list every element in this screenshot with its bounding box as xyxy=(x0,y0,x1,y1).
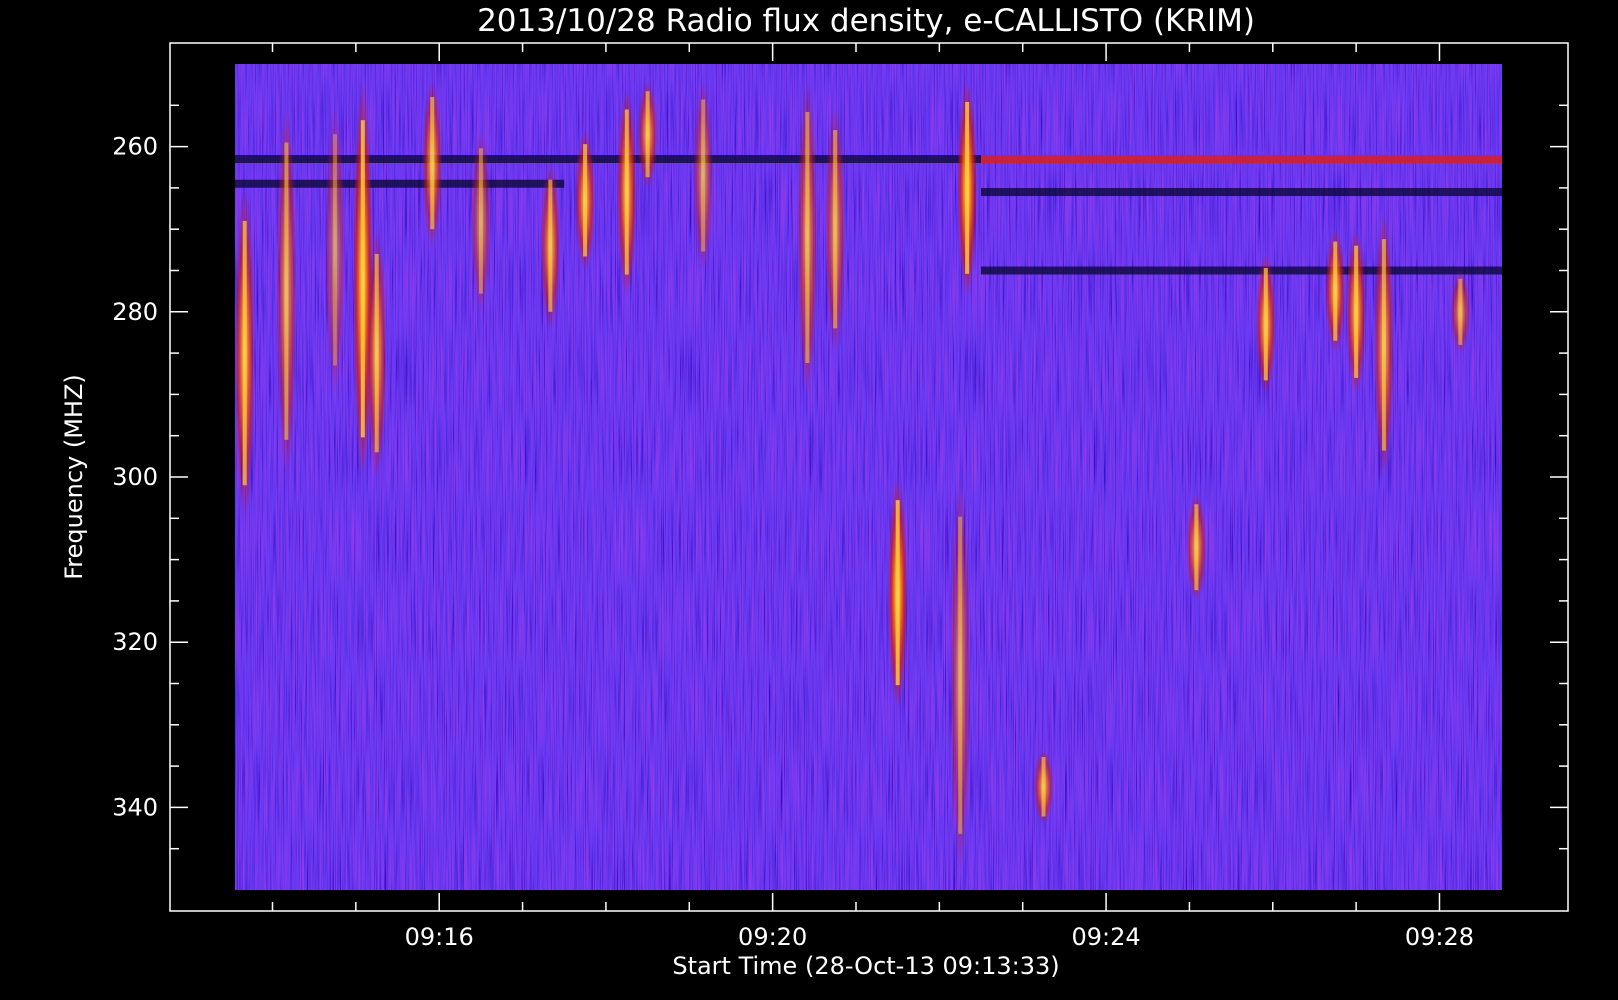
y-axis-title: Frequency (MHZ) xyxy=(60,374,88,580)
radio-burst-core xyxy=(333,134,338,366)
radio-burst-core xyxy=(895,500,900,686)
x-tick-label: 09:20 xyxy=(738,923,807,951)
frequency-band xyxy=(235,154,982,163)
radio-burst-core xyxy=(701,99,706,252)
x-tick-label: 09:24 xyxy=(1071,923,1140,951)
radio-burst-core xyxy=(478,148,483,294)
y-tick-label: 300 xyxy=(112,463,158,491)
radio-burst-core xyxy=(805,111,810,364)
x-axis-title: Start Time (28-Oct-13 09:13:33) xyxy=(672,952,1059,980)
radio-burst-core xyxy=(645,91,650,178)
y-tick-label: 320 xyxy=(112,628,158,656)
y-tick-label: 260 xyxy=(112,133,158,161)
radio-burst-core xyxy=(548,179,553,312)
radio-burst-core xyxy=(624,109,629,275)
radio-burst-core xyxy=(965,101,970,274)
radio-burst-core xyxy=(360,120,365,438)
frequency-band xyxy=(981,154,1502,163)
radio-burst-core xyxy=(833,130,838,329)
x-tick-label: 09:28 xyxy=(1405,923,1474,951)
radio-burst-core xyxy=(430,97,435,230)
radio-burst-core xyxy=(1458,278,1463,345)
radio-burst-core xyxy=(1194,504,1199,591)
radio-burst-core xyxy=(1354,245,1359,378)
radio-burst-core xyxy=(958,516,963,834)
y-tick-label: 280 xyxy=(112,298,158,326)
radio-burst-core xyxy=(1333,241,1338,341)
chart-title: 2013/10/28 Radio flux density, e-CALLIST… xyxy=(477,3,1255,39)
spectrogram-chart: 2013/10/28 Radio flux density, e-CALLIST… xyxy=(60,3,1569,980)
frequency-band xyxy=(981,188,1502,197)
radio-burst-core xyxy=(1381,239,1386,451)
radio-burst-core xyxy=(284,142,289,440)
x-tick-label: 09:16 xyxy=(405,923,474,951)
y-tick-label: 340 xyxy=(112,793,158,821)
radio-burst-core xyxy=(242,220,247,486)
radio-burst-core xyxy=(1041,757,1046,817)
spectrogram-data xyxy=(235,64,1502,890)
frequency-band xyxy=(981,266,1502,275)
radio-burst-core xyxy=(374,253,379,453)
radio-burst-core xyxy=(1263,268,1268,381)
radio-burst-core xyxy=(583,144,588,257)
